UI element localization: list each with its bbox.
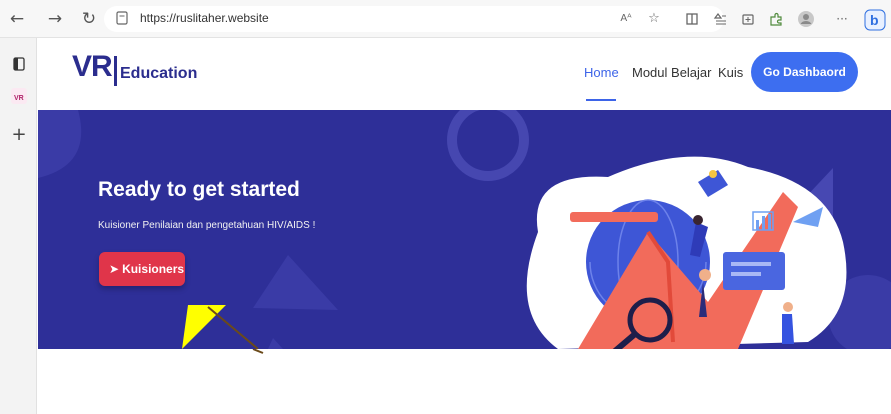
annotation-arrow-tail (252, 349, 264, 354)
profile-avatar-icon[interactable] (796, 9, 816, 29)
nav-kuis-link[interactable]: Kuis (718, 65, 743, 80)
back-icon[interactable]: ← (6, 8, 28, 30)
hero-banner: Ready to get started Kuisioner Penilaian… (38, 110, 891, 349)
go-dashboard-button[interactable]: Go Dashbaord (751, 52, 858, 92)
website-viewport: VR Education Home Modul Belajar Kuis Go … (38, 38, 891, 414)
nav-active-underline (586, 99, 616, 101)
tab-actions-icon[interactable] (9, 54, 29, 74)
read-aloud-icon[interactable]: Aᴬ (616, 9, 636, 29)
hero-title: Ready to get started (98, 178, 300, 201)
page-content-below (38, 349, 891, 414)
more-menu-icon[interactable]: ··· (832, 9, 852, 29)
forward-icon[interactable]: → (44, 8, 66, 30)
new-tab-plus-icon[interactable]: + (9, 124, 29, 145)
logo-education-text[interactable]: Education (120, 65, 197, 83)
collections-icon[interactable] (738, 9, 758, 29)
site-header: VR Education Home Modul Belajar Kuis Go … (38, 38, 891, 110)
site-tab-favicon-icon[interactable]: VR (9, 86, 29, 106)
hero-illustration (526, 156, 847, 349)
nav-modul-belajar-link[interactable]: Modul Belajar (632, 65, 712, 80)
favorite-star-icon[interactable]: ☆ (644, 9, 664, 29)
nav-home-link[interactable]: Home (584, 65, 619, 80)
kuisioners-button[interactable]: ➤ Kuisioners (99, 252, 185, 286)
split-screen-icon[interactable] (682, 9, 702, 29)
svg-text:b: b (870, 12, 879, 28)
kuisioners-label: Kuisioners (122, 262, 185, 276)
logo-vr-text[interactable]: VR (72, 50, 113, 84)
vertical-tab-strip: VR + (0, 38, 37, 414)
logo-divider (114, 56, 117, 86)
annotation-arrow (182, 305, 259, 349)
favorites-list-icon[interactable] (710, 9, 730, 29)
paper-plane-icon: ➤ (109, 262, 120, 276)
page-info-icon[interactable] (116, 11, 128, 25)
browser-toolbar: ← → ↻ https://ruslitaher.website Aᴬ ☆ ··… (0, 0, 891, 38)
url-text[interactable]: https://ruslitaher.website (140, 11, 269, 25)
svg-text:VR: VR (14, 95, 24, 102)
refresh-icon[interactable]: ↻ (78, 8, 100, 30)
bing-copilot-icon[interactable]: b (864, 9, 886, 31)
extensions-icon[interactable] (766, 9, 786, 29)
hero-subtitle: Kuisioner Penilaian dan pengetahuan HIV/… (98, 220, 316, 231)
